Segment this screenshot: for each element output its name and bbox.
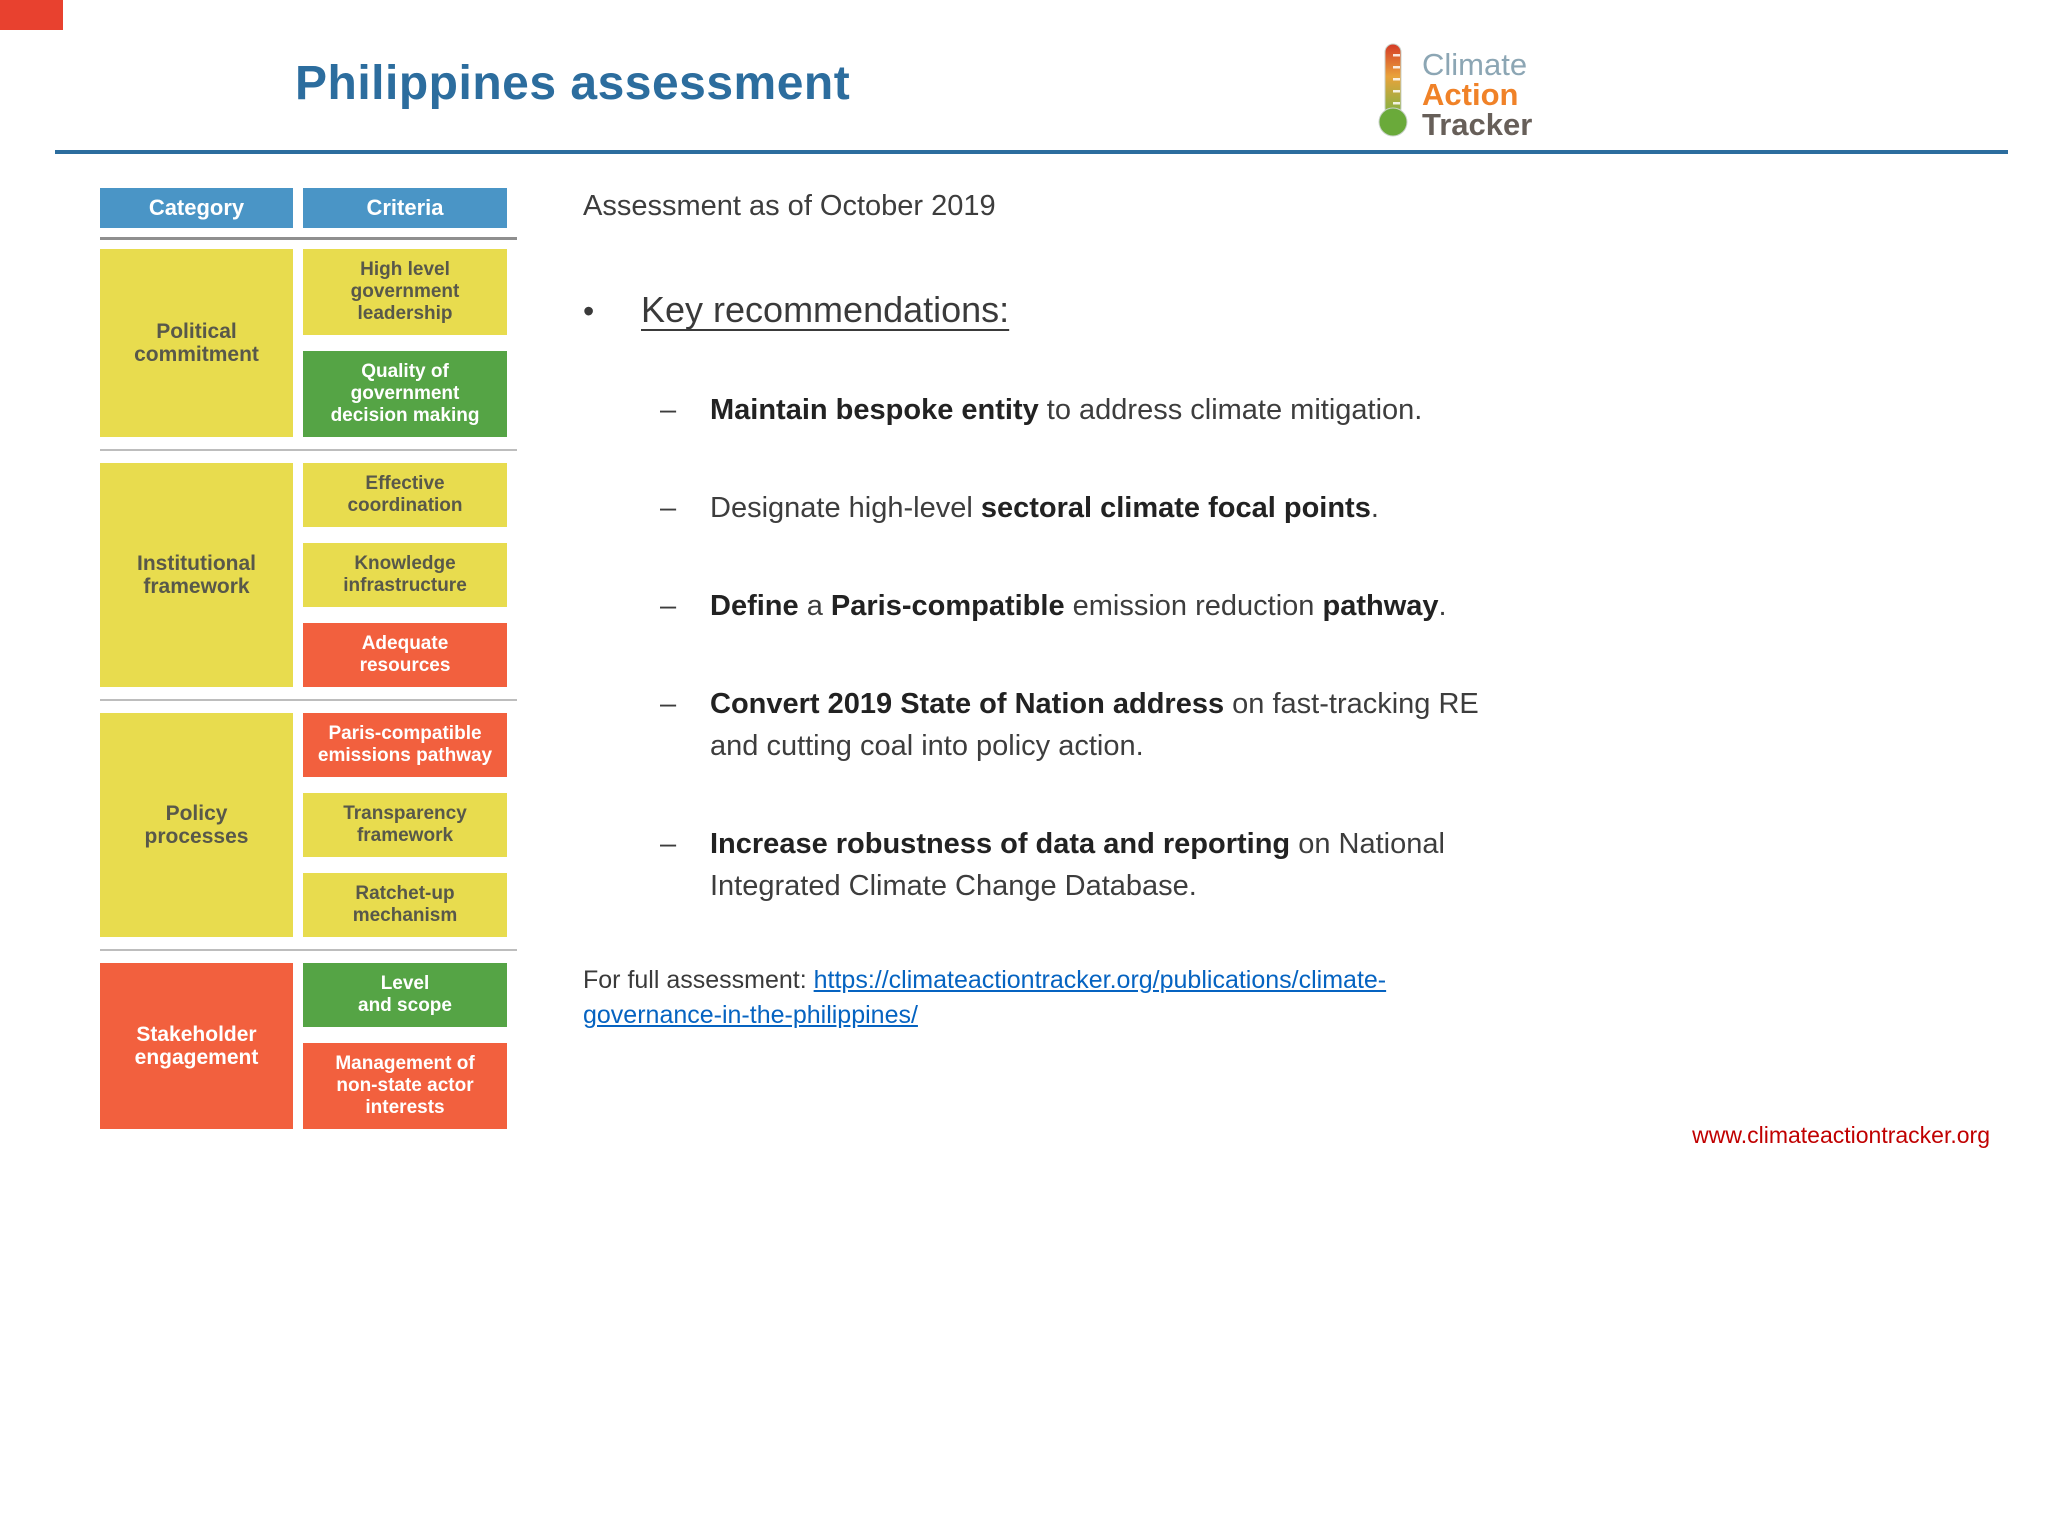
dash-marker: –	[660, 394, 677, 426]
dash-marker: –	[660, 688, 677, 721]
category-cell: Stakeholder engagement	[100, 963, 293, 1129]
criteria-column-header: Criteria	[303, 188, 507, 228]
criteria-cell: Management of non-state actor interests	[303, 1043, 507, 1129]
page-title: Philippines assessment	[295, 57, 851, 110]
category-cell: Political commitment	[100, 249, 293, 437]
category-group: Institutional framework Effective coordin…	[100, 463, 517, 687]
dash-marker: –	[660, 492, 677, 525]
recommendation-text: Increase robustness of data and reportin…	[710, 828, 1445, 903]
corner-accent-strip	[0, 0, 63, 30]
full-assessment-prefix: For full assessment:	[583, 966, 814, 995]
group-separator	[100, 699, 517, 701]
group-separator	[100, 449, 517, 451]
recommendation-item: – Increase robustness of data and reporti…	[660, 823, 1523, 907]
recommendation-item: – Define a Paris-compatible emission redu…	[660, 585, 1523, 627]
assessment-table: Category Criteria Political commitment Hi…	[100, 188, 517, 1129]
criteria-cell: Transparency framework	[303, 793, 507, 857]
recommendation-list: – Maintain bespoke entity to address clim…	[583, 389, 1523, 907]
criteria-cell: Quality of government decision making	[303, 351, 507, 437]
website-footer-text: www.climateactiontracker.org	[1692, 1122, 1990, 1148]
logo-word-action: Action	[1422, 77, 1519, 112]
criteria-cell: Ratchet-up mechanism	[303, 873, 507, 937]
assessment-date: Assessment as of October 2019	[583, 190, 996, 222]
dash-marker: –	[660, 828, 677, 861]
criteria-cell: Effective coordination	[303, 463, 507, 527]
recommendation-item: – Designate high-level sectoral climate f…	[660, 487, 1523, 529]
right-content: Assessment as of October 2019 • Key reco…	[583, 190, 1523, 1033]
recommendation-item: – Maintain bespoke entity to address clim…	[660, 389, 1523, 431]
criteria-stack: Level and scope Management of non-state a…	[303, 963, 507, 1129]
logo-wordmark: Climate Action Tracker	[1422, 47, 1533, 142]
title-divider-rule	[55, 150, 2008, 154]
criteria-cell: Adequate resources	[303, 623, 507, 687]
recommendation-text: Convert 2019 State of Nation address on …	[710, 688, 1479, 763]
criteria-cell: High level government leadership	[303, 249, 507, 335]
dash-marker: –	[660, 590, 677, 623]
key-recommendations-heading: • Key recommendations:	[583, 289, 1523, 331]
criteria-cell: Knowledge infrastructure	[303, 543, 507, 607]
category-cell: Institutional framework	[100, 463, 293, 687]
thermometer-icon	[1378, 43, 1408, 137]
bullet-marker: •	[583, 293, 595, 329]
recommendation-item: – Convert 2019 State of Nation address on…	[660, 683, 1523, 767]
full-assessment-line: For full assessment: https://climateacti…	[583, 963, 1508, 1033]
group-separator	[100, 949, 517, 951]
logo-word-tracker: Tracker	[1422, 107, 1533, 142]
climate-action-tracker-logo: Climate Action Tracker	[1372, 42, 1532, 140]
logo-word-climate: Climate	[1422, 47, 1528, 82]
table-header-row: Category Criteria	[100, 188, 517, 228]
category-group: Political commitment High level governmen…	[100, 249, 517, 437]
recommendation-text: Designate high-level sectoral climate fo…	[710, 492, 1379, 525]
criteria-cell: Level and scope	[303, 963, 507, 1027]
slide: Philippines assessment Climate Action Tr…	[0, 0, 2048, 1536]
criteria-stack: High level government leadership Quality …	[303, 249, 507, 437]
assessment-table-groups: Political commitment High level governmen…	[100, 249, 517, 1129]
category-cell: Policy processes	[100, 713, 293, 937]
recommendation-text: Define a Paris-compatible emission reduc…	[710, 590, 1447, 623]
criteria-cell: Paris-compatible emissions pathway	[303, 713, 507, 777]
header-separator	[100, 237, 517, 240]
key-recommendations-label: Key recommendations:	[641, 289, 1010, 330]
category-group: Policy processes Paris-compatible emissio…	[100, 713, 517, 937]
category-group: Stakeholder engagement Level and scope Man…	[100, 963, 517, 1129]
criteria-stack: Paris-compatible emissions pathway Transp…	[303, 713, 507, 937]
criteria-stack: Effective coordination Knowledge infrastr…	[303, 463, 507, 687]
recommendation-text: Maintain bespoke entity to address clima…	[710, 394, 1423, 426]
category-column-header: Category	[100, 188, 293, 228]
